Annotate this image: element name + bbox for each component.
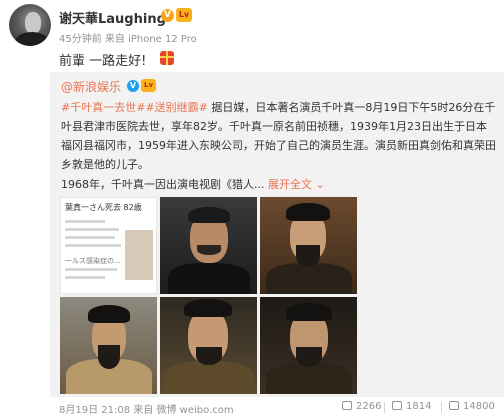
divider [384, 402, 385, 413]
portrait-photo [260, 297, 357, 394]
clothing [164, 361, 254, 394]
text-line [65, 220, 105, 223]
original-post-date: 8月19日 21:08 来自 微博 weibo.com [59, 405, 234, 416]
original-text: #千叶真一去世##送别继霸# 据日媒，日本著名演员千叶真一8月19日下午5时26… [61, 98, 497, 174]
beard [98, 345, 120, 369]
text-line [65, 228, 119, 231]
news-photo [125, 230, 153, 280]
hair [184, 299, 232, 317]
portrait-photo [60, 297, 157, 394]
portrait-photo [160, 197, 257, 294]
hair [188, 207, 230, 223]
post-text: 前輩 一路走好! [59, 54, 147, 69]
repost-icon [342, 401, 352, 410]
truncated-text: 1968年，千叶真一因出演电视剧《猎人... [61, 178, 265, 191]
hair [286, 303, 332, 321]
repost-button[interactable]: 2266 [342, 401, 381, 412]
portrait-photo [160, 297, 257, 394]
beard [196, 347, 222, 365]
expand-full-text-link[interactable]: 展开全文 [268, 178, 312, 191]
image-thumbnail[interactable]: 葉真一さん死去 82歳 一ルス感染症の... [60, 197, 157, 294]
gift-icon [160, 51, 174, 65]
image-thumbnail[interactable] [260, 297, 357, 394]
comment-count: 1814 [406, 401, 432, 412]
text-line [65, 244, 121, 247]
news-thumb-caption: 一ルス感染症の... [65, 257, 121, 265]
comment-button[interactable]: 1814 [392, 401, 431, 412]
weibo-post: 谢天華Laughing V Lv 45分钟前 来自 iPhone 12 Pro … [0, 0, 504, 417]
text-line [65, 276, 105, 279]
like-button[interactable]: 14800 [449, 401, 495, 412]
beard [296, 347, 322, 367]
image-thumbnail[interactable] [260, 197, 357, 294]
post-meta: 45分钟前 来自 iPhone 12 Pro [59, 34, 197, 45]
avatar-shoulder [15, 32, 49, 46]
portrait-photo [260, 197, 357, 294]
divider [441, 402, 442, 413]
hair [286, 203, 330, 221]
image-thumbnail[interactable] [160, 197, 257, 294]
comment-icon [392, 401, 402, 410]
hashtag-link[interactable]: #送别继霸# [145, 101, 207, 114]
image-thumbnail[interactable] [160, 297, 257, 394]
level-badge-icon: Lv [141, 79, 156, 92]
clothing [168, 263, 250, 294]
original-text-line2: 1968年，千叶真一因出演电视剧《猎人... 展开全文 ⌄ [61, 175, 325, 194]
original-author[interactable]: @新浪娱乐 [61, 78, 121, 95]
clothing [266, 363, 352, 394]
text-line [65, 268, 117, 271]
avatar-face [25, 12, 41, 34]
mustache [197, 245, 221, 255]
like-count: 14800 [463, 401, 495, 412]
image-thumbnail[interactable] [60, 297, 157, 394]
hair [88, 305, 130, 323]
clothing [266, 263, 352, 294]
level-badge-icon: Lv [176, 8, 192, 22]
hashtag-link[interactable]: #千叶真一去世# [61, 101, 145, 114]
like-icon [449, 401, 459, 410]
author-name[interactable]: 谢天華Laughing [59, 8, 166, 27]
verified-badge-icon: V [161, 9, 174, 22]
news-thumb-title: 葉真一さん死去 82歳 [65, 203, 142, 212]
text-line [65, 236, 115, 239]
repost-box: @新浪娱乐 V Lv #千叶真一去世##送别继霸# 据日媒，日本著名演员千叶真一… [50, 72, 504, 397]
avatar[interactable] [9, 4, 51, 46]
repost-count: 2266 [356, 401, 382, 412]
chevron-down-icon[interactable]: ⌄ [312, 178, 324, 191]
beard [296, 245, 320, 267]
verified-badge-icon: V [127, 80, 139, 92]
